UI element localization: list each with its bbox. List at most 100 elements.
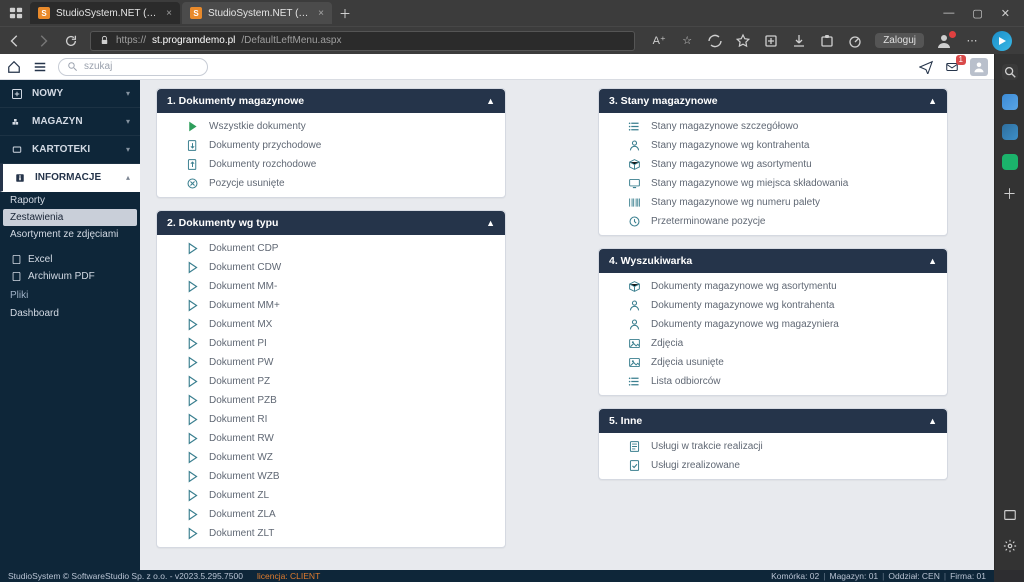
list-item[interactable]: Dokument PI bbox=[157, 334, 505, 353]
edge-settings-icon[interactable] bbox=[1003, 539, 1017, 556]
sync-icon[interactable] bbox=[707, 33, 723, 49]
list-item[interactable]: Dokument RW bbox=[157, 429, 505, 448]
list-item[interactable]: Dokumenty magazynowe wg magazyniera bbox=[599, 315, 947, 334]
row-label: Dokument RW bbox=[209, 433, 274, 444]
extensions-icon[interactable] bbox=[819, 33, 835, 49]
list-item[interactable]: Dokument MX bbox=[157, 315, 505, 334]
list-item[interactable]: Stany magazynowe wg miejsca składowania bbox=[599, 174, 947, 193]
row-label: Dokument MX bbox=[209, 319, 272, 330]
list-item[interactable]: Stany magazynowe wg kontrahenta bbox=[599, 136, 947, 155]
card-header[interactable]: 5. Inne▲ bbox=[599, 409, 947, 433]
list-item[interactable]: Usługi zrealizowane bbox=[599, 456, 947, 475]
list-item[interactable]: Dokument CDP bbox=[157, 239, 505, 258]
tab-close-icon[interactable]: × bbox=[318, 8, 324, 19]
sidebar-item-magazyn[interactable]: MAGAZYN ▾ bbox=[0, 108, 140, 136]
list-item[interactable]: Dokument ZL bbox=[157, 486, 505, 505]
mail-icon[interactable]: 1 bbox=[944, 59, 960, 75]
list-item[interactable]: Dokument WZB bbox=[157, 467, 505, 486]
list-item[interactable]: Wszystkie dokumenty bbox=[157, 117, 505, 136]
edge-hide-icon[interactable] bbox=[1003, 508, 1017, 525]
list-item[interactable]: Dokument PZ bbox=[157, 372, 505, 391]
chevron-down-icon: ▾ bbox=[126, 89, 130, 98]
sidebar-dashboard[interactable]: Dashboard bbox=[0, 305, 140, 322]
sidebar-sub-zestawienia[interactable]: Zestawienia bbox=[3, 209, 137, 226]
list-item[interactable]: Dokumenty magazynowe wg kontrahenta bbox=[599, 296, 947, 315]
list-item[interactable]: Dokument ZLA bbox=[157, 505, 505, 524]
nav-back-button[interactable] bbox=[6, 32, 24, 50]
row-label: Dokument WZB bbox=[209, 471, 280, 482]
tab-overview-button[interactable] bbox=[4, 0, 28, 26]
window-close-button[interactable]: ✕ bbox=[1001, 7, 1010, 20]
list-item[interactable]: Dokument PZB bbox=[157, 391, 505, 410]
list-item[interactable]: Stany magazynowe wg numeru palety bbox=[599, 193, 947, 212]
list-item[interactable]: Dokumenty rozchodowe bbox=[157, 155, 505, 174]
sidebar-item-nowy[interactable]: NOWY ▾ bbox=[0, 80, 140, 108]
address-bar[interactable]: https://st.programdemo.pl/DefaultLeftMen… bbox=[90, 31, 635, 51]
pdf-icon bbox=[10, 271, 22, 283]
row-label: Stany magazynowe wg kontrahenta bbox=[651, 140, 809, 151]
profile-icon[interactable] bbox=[936, 33, 952, 49]
home-icon[interactable] bbox=[6, 59, 22, 75]
list-item[interactable]: Zdjęcia usunięte bbox=[599, 353, 947, 372]
list-item[interactable]: Dokumenty magazynowe wg asortymentu bbox=[599, 277, 947, 296]
list-item[interactable]: Dokument ZLT bbox=[157, 524, 505, 543]
sidebar-file-archiwum[interactable]: Archiwum PDF bbox=[0, 268, 140, 285]
edge-search-icon[interactable] bbox=[1002, 64, 1018, 80]
card-header[interactable]: 2. Dokumenty wg typu▲ bbox=[157, 211, 505, 235]
list-item[interactable]: Dokument PW bbox=[157, 353, 505, 372]
list-item[interactable]: Lista odbiorców bbox=[599, 372, 947, 391]
new-tab-button[interactable]: ＋ bbox=[334, 2, 356, 24]
sidebar-item-kartoteki[interactable]: KARTOTEKI ▾ bbox=[0, 136, 140, 164]
row-label: Dokument ZL bbox=[209, 490, 269, 501]
list-item[interactable]: Stany magazynowe wg asortymentu bbox=[599, 155, 947, 174]
menu-toggle-icon[interactable] bbox=[32, 59, 48, 75]
sidebar-item-informacje[interactable]: INFORMACJE ▴ bbox=[0, 164, 140, 192]
list-item[interactable]: Pozycje usunięte bbox=[157, 174, 505, 193]
browser-login-button[interactable]: Zaloguj bbox=[875, 33, 924, 48]
row-icon bbox=[627, 158, 641, 172]
list-item[interactable]: Dokument CDW bbox=[157, 258, 505, 277]
sidebar-sub-raporty[interactable]: Raporty bbox=[0, 192, 140, 209]
search-input[interactable]: szukaj bbox=[58, 58, 208, 76]
favorite-icon[interactable]: ☆ bbox=[679, 33, 695, 49]
list-item[interactable]: Dokument WZ bbox=[157, 448, 505, 467]
mail-badge: 1 bbox=[956, 55, 966, 65]
edge-tool-1-icon[interactable] bbox=[1002, 94, 1018, 110]
performance-icon[interactable] bbox=[847, 33, 863, 49]
row-icon bbox=[627, 196, 641, 210]
read-aloud-icon[interactable]: A⁺ bbox=[651, 33, 667, 49]
user-avatar[interactable] bbox=[970, 58, 988, 76]
collections-icon[interactable] bbox=[763, 33, 779, 49]
sidebar-sub-asortyment[interactable]: Asortyment ze zdjęciami bbox=[0, 226, 140, 243]
row-label: Dokument RI bbox=[209, 414, 267, 425]
browser-tab-1[interactable]: S StudioSystem.NET (c) SoftwareSt × bbox=[30, 2, 180, 24]
tab-close-icon[interactable]: × bbox=[166, 8, 172, 19]
browser-tab-2[interactable]: S StudioSystem.NET (c) SoftwareSt × bbox=[182, 2, 332, 24]
list-item[interactable]: Dokumenty przychodowe bbox=[157, 136, 505, 155]
window-maximize-button[interactable]: ▢ bbox=[972, 7, 982, 20]
list-item[interactable]: Dokument MM- bbox=[157, 277, 505, 296]
list-item[interactable]: Zdjęcia bbox=[599, 334, 947, 353]
row-label: Dokumenty przychodowe bbox=[209, 140, 321, 151]
favorites-bar-icon[interactable] bbox=[735, 33, 751, 49]
list-item[interactable]: Przeterminowane pozycje bbox=[599, 212, 947, 231]
sidebar-file-excel[interactable]: Excel bbox=[0, 251, 140, 268]
list-item[interactable]: Dokument RI bbox=[157, 410, 505, 429]
downloads-icon[interactable] bbox=[791, 33, 807, 49]
edge-add-tool-button[interactable]: ＋ bbox=[1003, 184, 1017, 204]
card-header[interactable]: 1. Dokumenty magazynowe▲ bbox=[157, 89, 505, 113]
nav-refresh-button[interactable] bbox=[62, 32, 80, 50]
list-item[interactable]: Dokument MM+ bbox=[157, 296, 505, 315]
list-item[interactable]: Stany magazynowe szczegółowo bbox=[599, 117, 947, 136]
window-minimize-button[interactable]: — bbox=[943, 7, 954, 19]
bing-chat-icon[interactable] bbox=[992, 31, 1012, 51]
card-header[interactable]: 3. Stany magazynowe▲ bbox=[599, 89, 947, 113]
list-item[interactable]: Usługi w trakcie realizacji bbox=[599, 437, 947, 456]
edge-tool-2-icon[interactable] bbox=[1002, 124, 1018, 140]
send-icon[interactable] bbox=[918, 59, 934, 75]
url-host: st.programdemo.pl bbox=[152, 35, 235, 46]
nav-forward-button[interactable] bbox=[34, 32, 52, 50]
menu-icon[interactable]: ⋯ bbox=[964, 33, 980, 49]
card-header[interactable]: 4. Wyszukiwarka▲ bbox=[599, 249, 947, 273]
edge-tool-3-icon[interactable] bbox=[1002, 154, 1018, 170]
